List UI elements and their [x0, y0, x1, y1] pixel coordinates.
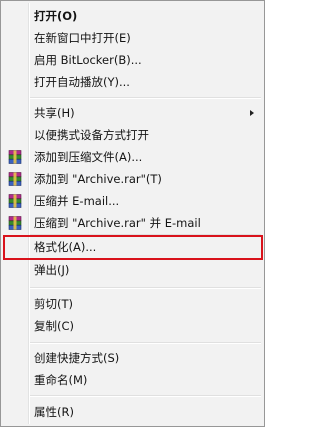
menu-item-label: 复制(C)	[34, 319, 75, 333]
menu-item-compress-rar-and-email[interactable]: 压缩到 "Archive.rar" 并 E-mail	[3, 212, 262, 234]
menu-item-eject[interactable]: 弹出(J)	[3, 259, 262, 281]
menu-item-label: 剪切(T)	[34, 297, 73, 311]
menu-item-enable-bitlocker[interactable]: 启用 BitLocker(B)...	[3, 49, 262, 71]
menu-item-label: 打开自动播放(Y)...	[34, 75, 130, 89]
menu-item-label: 压缩并 E-mail...	[34, 194, 120, 208]
menu-item-label: 在新窗口中打开(E)	[34, 31, 131, 45]
menu-item-label: 添加到 "Archive.rar"(T)	[34, 172, 162, 186]
submenu-arrow-icon	[250, 110, 254, 116]
menu-item-label: 启用 BitLocker(B)...	[34, 53, 142, 67]
menu-item-format[interactable]: 格式化(A)...	[3, 236, 262, 258]
menu-item-label: 打开(O)	[34, 9, 78, 23]
menu-item-label: 压缩到 "Archive.rar" 并 E-mail	[34, 216, 201, 230]
menu-item-open[interactable]: 打开(O)	[3, 5, 262, 27]
winrar-archive-icon	[8, 216, 22, 230]
menu-item-cut[interactable]: 剪切(T)	[3, 293, 262, 315]
menu-item-create-shortcut[interactable]: 创建快捷方式(S)	[3, 347, 262, 369]
menu-item-label: 共享(H)	[34, 106, 75, 120]
menu-item-label: 添加到压缩文件(A)...	[34, 150, 143, 164]
menu-item-add-to-archive[interactable]: 添加到压缩文件(A)...	[3, 146, 262, 168]
menu-item-copy[interactable]: 复制(C)	[3, 315, 262, 337]
winrar-archive-icon	[8, 172, 22, 186]
menu-item-label: 格式化(A)...	[34, 240, 97, 254]
menu-item-share[interactable]: 共享(H)	[3, 102, 262, 124]
menu-separator	[30, 287, 261, 289]
menu-item-label: 弹出(J)	[34, 263, 70, 277]
menu-item-add-to-archive-rar[interactable]: 添加到 "Archive.rar"(T)	[3, 168, 262, 190]
context-menu: 打开(O) 在新窗口中打开(E) 启用 BitLocker(B)... 打开自动…	[0, 0, 265, 427]
menu-item-autoplay[interactable]: 打开自动播放(Y)...	[3, 71, 262, 93]
winrar-archive-icon	[8, 150, 22, 164]
menu-separator	[30, 395, 261, 397]
menu-item-compress-and-email[interactable]: 压缩并 E-mail...	[3, 190, 262, 212]
menu-separator	[30, 342, 261, 344]
menu-item-label: 创建快捷方式(S)	[34, 351, 120, 365]
menu-item-open-as-portable[interactable]: 以便携式设备方式打开	[3, 124, 262, 146]
menu-separator	[30, 97, 261, 99]
menu-item-label: 属性(R)	[34, 405, 74, 419]
menu-item-label: 以便携式设备方式打开	[34, 128, 149, 142]
menu-item-rename[interactable]: 重命名(M)	[3, 369, 262, 391]
menu-item-label: 重命名(M)	[34, 373, 88, 387]
menu-item-properties[interactable]: 属性(R)	[3, 401, 262, 423]
winrar-archive-icon	[8, 194, 22, 208]
menu-item-open-new-window[interactable]: 在新窗口中打开(E)	[3, 27, 262, 49]
